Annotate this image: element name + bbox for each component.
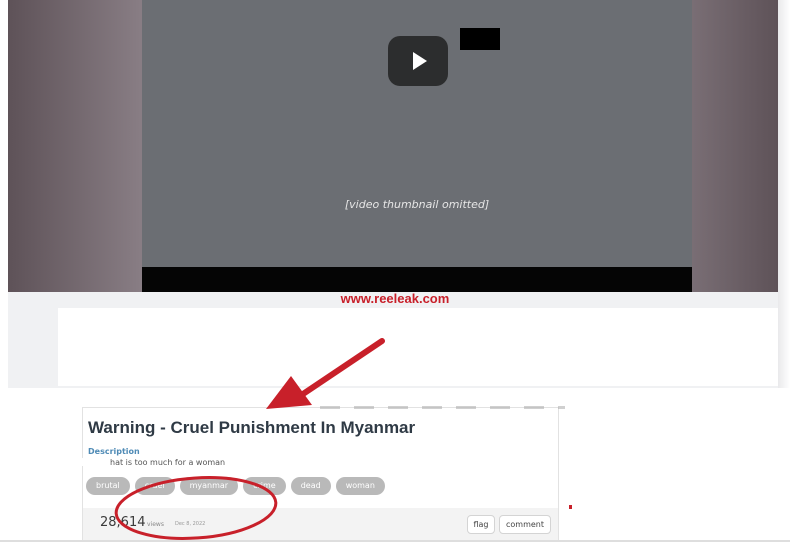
view-count: 28,614 bbox=[100, 515, 146, 530]
comment-button[interactable]: comment bbox=[499, 515, 551, 534]
post-title: Warning - Cruel Punishment In Myanmar bbox=[88, 418, 416, 437]
site-watermark: www.reeleak.com bbox=[340, 291, 450, 306]
video-placeholder: [video thumbnail omitted] bbox=[344, 198, 490, 211]
tag-brutal[interactable]: brutal bbox=[86, 477, 130, 495]
player-control-bar[interactable] bbox=[142, 267, 692, 292]
tag-list: brutal cruel myanmar crime dead woman bbox=[86, 477, 385, 495]
description-label: Description bbox=[88, 447, 140, 456]
red-mark bbox=[569, 505, 572, 509]
ad-panel bbox=[58, 308, 778, 386]
tag-dead[interactable]: dead bbox=[290, 477, 331, 495]
view-count-label: views bbox=[147, 521, 164, 528]
flag-button[interactable]: flag bbox=[467, 515, 495, 534]
video-player[interactable]: [video thumbnail omitted] bbox=[142, 0, 692, 292]
play-icon bbox=[413, 52, 427, 70]
description-text: hat is too much for a woman bbox=[110, 458, 226, 467]
censor-bar bbox=[460, 28, 500, 50]
post-date: Dec 8, 2022 bbox=[175, 521, 206, 527]
play-button[interactable] bbox=[388, 36, 448, 86]
tag-cruel[interactable]: cruel bbox=[134, 477, 175, 495]
tag-crime[interactable]: crime bbox=[243, 477, 286, 495]
description-mask bbox=[58, 458, 88, 466]
video-frame[interactable]: [video thumbnail omitted] bbox=[142, 0, 692, 267]
page-edge-shadow bbox=[778, 0, 790, 388]
card-top-border bbox=[320, 406, 565, 409]
tag-myanmar[interactable]: myanmar bbox=[179, 477, 239, 495]
tag-woman[interactable]: woman bbox=[335, 477, 385, 495]
